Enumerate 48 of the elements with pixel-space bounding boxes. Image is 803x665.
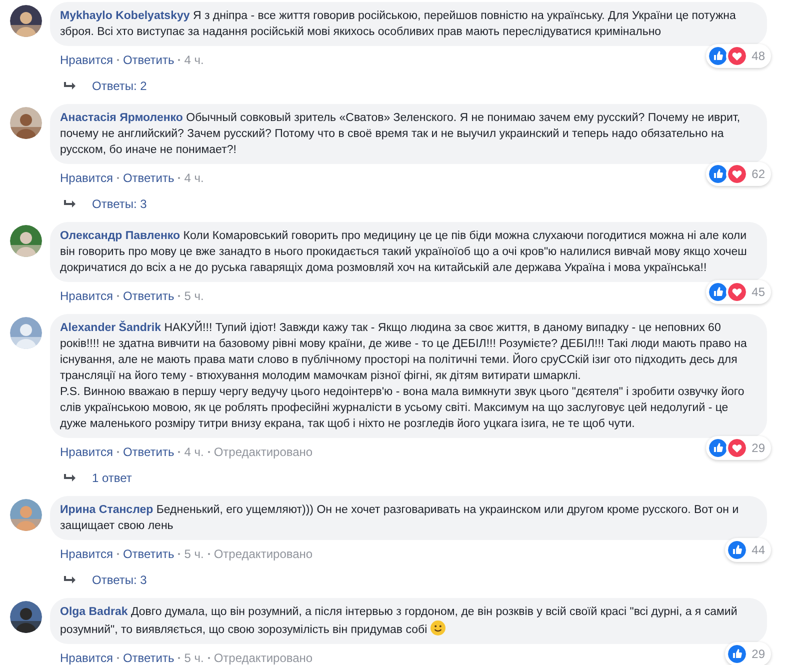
replies-link[interactable]: Ответы: 3	[92, 195, 147, 213]
reaction-count: 29	[752, 646, 765, 663]
reply-arrow-icon	[64, 81, 76, 91]
comment-action-link[interactable]: Ответить	[122, 287, 174, 305]
author-link[interactable]: Mykhaylo Kobelyatskyy	[60, 10, 190, 22]
thumbs-up-icon	[726, 539, 748, 561]
comment-action-link[interactable]: Нравится	[60, 287, 113, 305]
reaction-count: 48	[752, 48, 765, 65]
author-link[interactable]: Olga Badrak	[60, 606, 128, 618]
reaction-count: 62	[752, 166, 765, 183]
reply-arrow-icon	[64, 575, 76, 585]
comment-action-link[interactable]: Нравится	[60, 169, 113, 187]
reply-arrow-icon	[64, 199, 76, 209]
comment-action-link[interactable]: Нравится	[60, 649, 113, 665]
reaction-count: 45	[752, 284, 765, 301]
heart-icon	[726, 163, 748, 185]
heart-icon	[726, 281, 748, 303]
replies-link[interactable]: 1 ответ	[92, 469, 132, 487]
thumbs-up-icon	[706, 437, 729, 459]
author-link[interactable]: Олександр Павленко	[60, 230, 180, 242]
replies-link[interactable]: Ответы: 3	[92, 571, 147, 589]
comment-text: Олександр Павленко Коли Комаровський говорить про медицину це це пів біди можна слухаючи погодитися можна ні але коли він говорить про мову це вже занадто в нього прокидається такий україноїоб що а очі кров"ю налилися вивчай мову якщо хочеш докричатися до всіх а не до руська гаварящіх дома розмовляй хоч на китайській але держава Україна і мова українська!!	[60, 229, 748, 276]
reaction-count: 29	[752, 440, 765, 457]
comment-action-link[interactable]: Нравится	[60, 545, 113, 563]
author-link[interactable]: Alexander Šandrik	[60, 322, 161, 334]
comment-text: Анастасія Ярмоленко Обычный совковый зритель «Сватов» Зеленского. Я не понимаю зачем ему русский? Почему не иврит, почему не английский? Зачем русский? Потому что в своё время так и не выучил украинский и теперь надо обязательно на русском, бо иначе не понимает?!	[60, 111, 742, 158]
thumbs-up-icon	[706, 281, 729, 303]
author-link[interactable]: Ирина Станслер	[60, 504, 154, 516]
replies-link[interactable]: Ответы: 2	[92, 77, 147, 95]
thumbs-up-icon	[706, 163, 729, 185]
author-link[interactable]: Анастасія Ярмоленко	[60, 112, 183, 124]
comment-text: Mykhaylo Kobelyatskyy Я з дніпра - все життя говорив російською, перейшов повністю на українську. Для України це потужна зброя. Всі хто виступає за надання російській мові якихось особливих прав мають переслідуватися кримінально	[60, 9, 737, 40]
reaction-count: 44	[752, 542, 765, 559]
comment-action-link[interactable]: Нравится	[60, 51, 113, 69]
comment-text: Alexander Šandrik НАКУЙ!!! Тупий ідіот! Завжди кажу так - Якщо людина за своє життя, в даному випадку - це неповних 60 років!!!! не здатна вивчити на базовому рівні мову країни, де живе - то це ДЕБІЛ!!! Розумієте? ДЕБІЛ!!! Такі люди мають право на існування, але не мають права мати слово в публічному просторі на політичні теми. Його сруССкій ізиг ото підходить десь для трансляції на його тему - втюхування молодим мамочкам різної фігні, як дітям витирати шмарклі. P.S. Винною вважаю в першу чергу ведучу цього недоінтерв'ю - вона мала вимкнути звук цього "дєятеля" і зробити озвучку його слів українською мовою, як це роблять професійні журналісти в усьому світі. Максимум на що заслуговує цей недолугий - це дуже маленького розміру титри внизу екрана, так щоб і ніхто не розгледів його уцкага ізига, не те щоб чути.	[60, 320, 748, 432]
comment-text: Ирина Станслер Бедненький, его ущемляют))) Он не хочет разговаривать на украинском или другом кроме русского. Вот он и защищает свою лень	[60, 503, 740, 534]
heart-icon	[726, 437, 748, 459]
reply-arrow-icon	[64, 473, 76, 483]
comment-action-link[interactable]: Ответить	[122, 545, 174, 563]
thumbs-up-icon	[706, 45, 729, 67]
comment-action-link[interactable]: Ответить	[122, 169, 174, 187]
comment-action-link[interactable]: Нравится	[60, 443, 113, 461]
heart-icon	[726, 45, 748, 67]
comment-text: Olga Badrak Довго думала, що він розумний, а після інтервью з гордоном, де він розквів у всій своїй красі "всі дурні, а я самий розумний", то виявляється, що свою зорозумілість він придумав собі	[60, 605, 738, 638]
comment-action-link[interactable]: Ответить	[122, 443, 174, 461]
smiley-icon	[430, 620, 446, 636]
comment-action-link[interactable]: Ответить	[122, 649, 174, 665]
comment-action-link[interactable]: Ответить	[122, 51, 174, 69]
